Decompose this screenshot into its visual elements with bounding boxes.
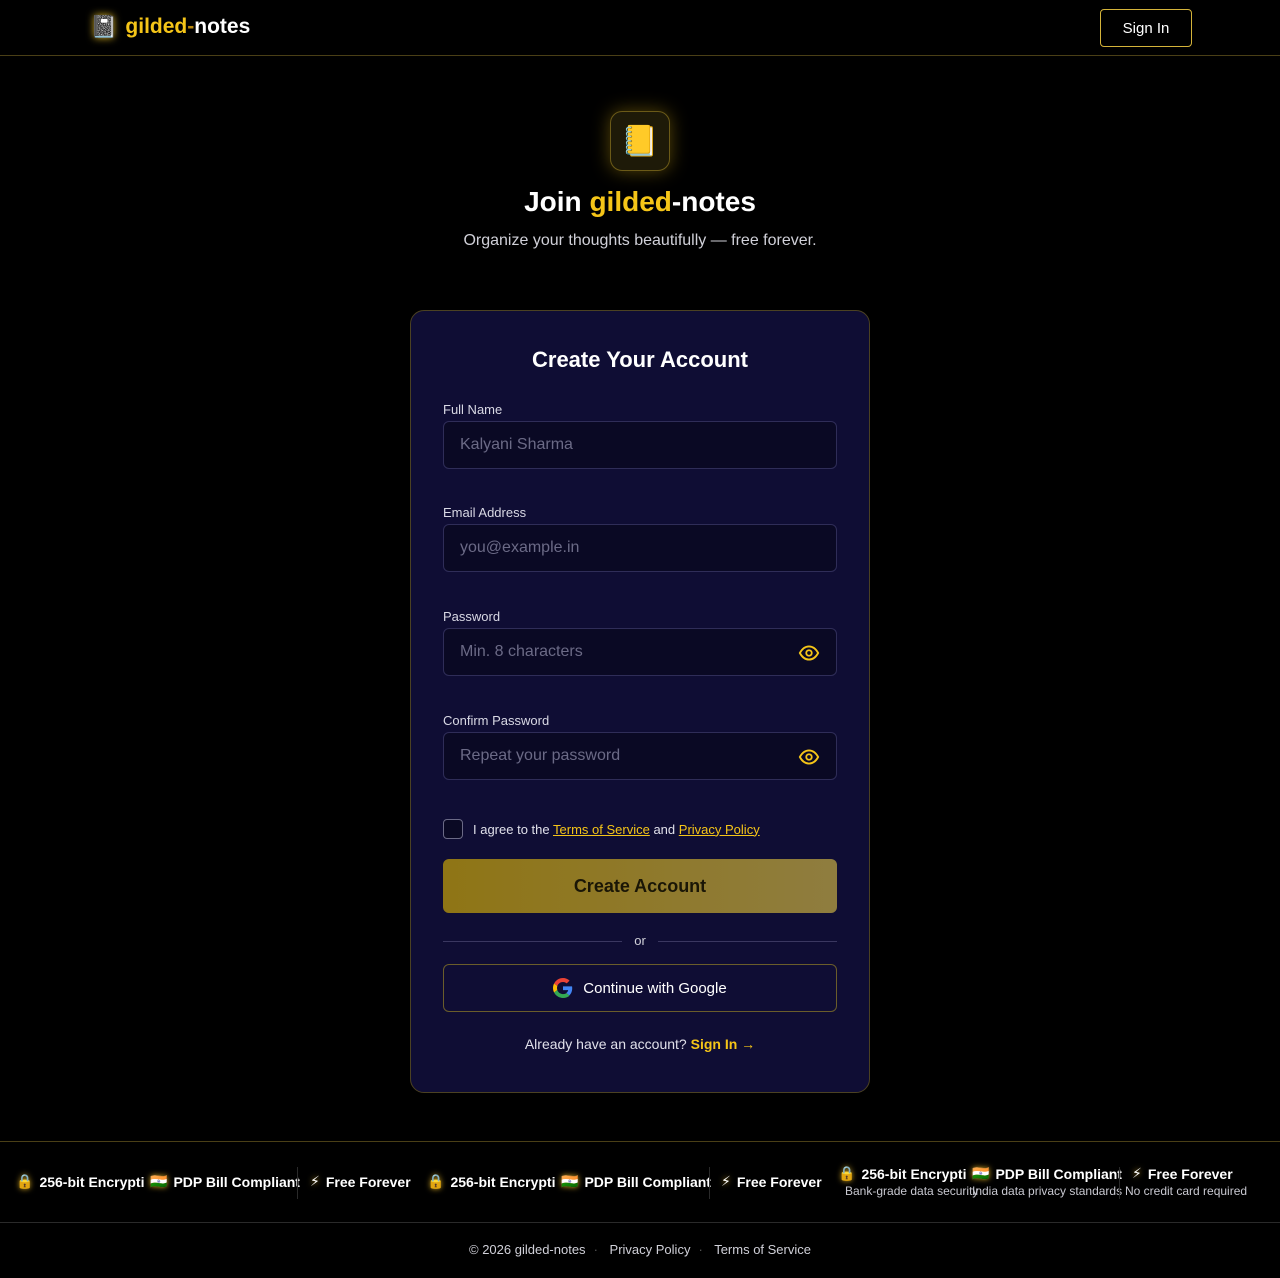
feature-pdp-sub: India data privacy standards [972,1184,1123,1198]
title-suffix: -notes [671,186,756,217]
card-title: Create Your Account [532,347,748,372]
terms-agreement: I agree to the Terms of Service and Priv… [443,819,760,839]
title-gold: gilded [589,186,672,217]
eye-icon[interactable] [798,746,820,768]
footer-terms-link[interactable]: Terms of Service [714,1242,811,1257]
feature-pdp: 🇮🇳 PDP Bill Compliant [972,1165,1122,1182]
footer: © 2026 gilded-notes · Privacy Policy · Ter… [469,1242,811,1257]
password-input[interactable] [444,629,836,675]
email-label: Email Address [443,505,527,520]
password-field-wrap [443,628,837,676]
feature-encryption: 🔒 256-bit Encrypti [16,1173,145,1190]
feature-free: ⚡ Free Forever [1132,1165,1233,1182]
feature-free: ⚡ Free Forever [721,1173,822,1190]
india-flag-icon: 🇮🇳 [150,1173,168,1189]
title-prefix: Join [524,186,590,217]
feature-free-sub: No credit card required [1125,1184,1248,1198]
already-account-text: Already have an account? Sign In → [524,1036,756,1052]
email-field-wrap [443,524,837,572]
brand-gold-text: gilded [125,15,188,38]
create-account-button[interactable]: Create Account [443,859,837,913]
lightning-icon: ⚡ [1132,1165,1142,1181]
footer-copyright: © 2026 gilded-notes [469,1242,586,1257]
sign-in-link[interactable]: Sign In → [691,1036,756,1052]
feature-pdp: 🇮🇳 PDP Bill Compliant [561,1173,711,1190]
feature-pdp: 🇮🇳 PDP Bill Compliant [150,1173,300,1190]
india-flag-icon: 🇮🇳 [561,1173,579,1189]
feature-encryption-sub: Bank-grade data security [845,1184,979,1198]
full-name-field-wrap [443,421,837,469]
or-divider: or [443,933,837,949]
notebook-icon: 📓 [90,14,118,39]
agree-and: and [653,821,676,837]
brand-logo[interactable]: 📓 gilded-notes [90,14,250,40]
top-navbar: 📓 gilded-notes Sign In [0,0,1280,56]
lightning-icon: ⚡ [310,1173,320,1189]
confirm-password-input[interactable] [444,733,836,779]
lightning-icon: ⚡ [721,1173,731,1189]
feature-encryption: 🔒 256-bit Encrypti [838,1165,967,1182]
feature-encryption: 🔒 256-bit Encrypti [427,1173,556,1190]
brand-rest-text: notes [194,15,251,38]
lock-icon: 🔒 [427,1173,445,1189]
agree-prefix: I agree to the [473,821,550,837]
full-name-label: Full Name [443,402,503,417]
email-input[interactable] [444,525,836,571]
ledger-icon: 📒 [610,111,670,171]
header-sign-in-button[interactable]: Sign In [1100,9,1192,47]
terms-of-service-link[interactable]: Terms of Service [553,822,650,837]
india-flag-icon: 🇮🇳 [972,1165,990,1181]
page-title: Join gilded-notes [0,186,1280,218]
google-signin-button[interactable]: Continue with Google [443,964,837,1012]
privacy-policy-link[interactable]: Privacy Policy [679,822,760,837]
confirm-password-field-wrap [443,732,837,780]
page-subtitle: Organize your thoughts beautifully — fre… [463,232,817,249]
signup-card: Create Your Account Full Name Email Addr… [410,310,870,1093]
google-icon [553,978,573,998]
terms-checkbox[interactable] [443,819,463,839]
footer-privacy-link[interactable]: Privacy Policy [610,1242,691,1257]
lock-icon: 🔒 [838,1165,856,1181]
eye-icon[interactable] [798,642,820,664]
google-button-label: Continue with Google [583,979,727,997]
lock-icon: 🔒 [16,1173,34,1189]
feature-free: ⚡ Free Forever [310,1173,411,1190]
password-label: Password [443,609,501,624]
full-name-input[interactable] [444,422,836,468]
features-ticker: 🔒 256-bit Encrypti 🇮🇳 PDP Bill Compliant ⚡… [0,1141,1280,1223]
confirm-password-label: Confirm Password [443,713,550,728]
